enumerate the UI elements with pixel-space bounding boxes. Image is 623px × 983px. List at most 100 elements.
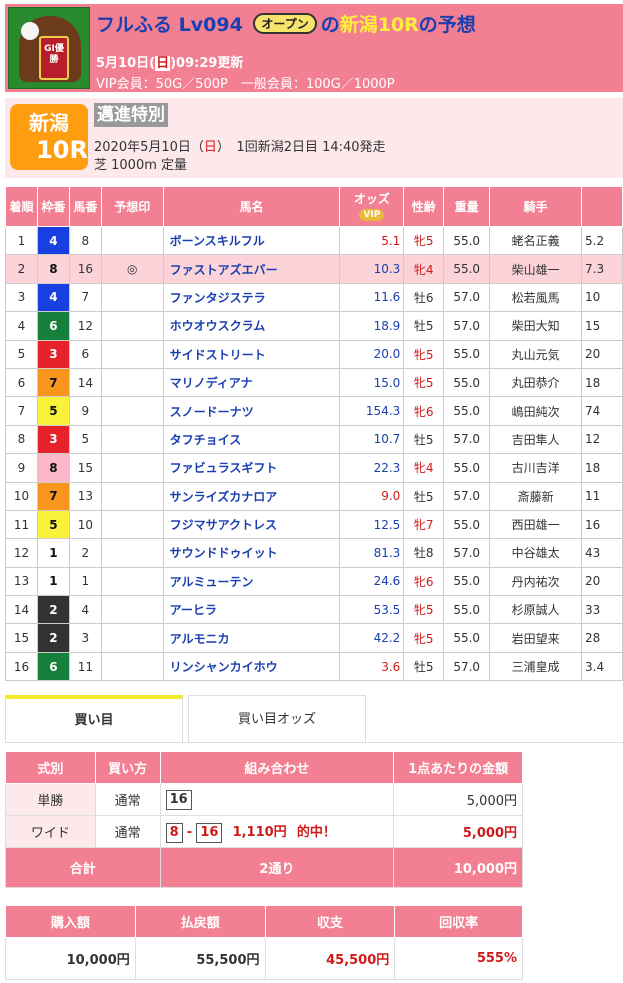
entry-sex-age: 牝7 [403,509,445,540]
entry-number: 8 [68,225,102,256]
entry-jockey[interactable]: 柴山雄一 [489,254,582,284]
tab-bet-odds[interactable]: 買い目オッズ [188,695,366,743]
entry-horse-name[interactable]: サウンドドゥイット [162,538,341,568]
entry-weight: 55.0 [443,566,491,597]
bet-type: 単勝 [5,783,96,816]
race-number: 10R [36,136,88,164]
entry-jockey[interactable]: 丹内祐次 [489,566,582,597]
entry-number: 9 [68,396,102,426]
entry-row: 11 5 10 フジマサアクトレス 12.5 牝7 55.0 西田雄一 16 [5,509,623,540]
entry-odds: 5.1 [339,225,405,256]
entry-horse-name[interactable]: ファビュラスギフト [162,453,341,483]
total-amount: 10,000円 [393,847,523,888]
entry-weight: 55.0 [443,225,491,256]
entry-mark [100,566,164,597]
bet-combination: 16 [159,783,395,816]
entry-popularity: 18 [581,367,623,398]
entry-sex-age: 牝5 [403,623,445,653]
entries-header-row: 着順 枠番 馬番 予想印 馬名 オッズ VIP 性齢 重量 騎手 [5,186,623,227]
entry-odds: 3.6 [339,651,405,682]
entry-jockey[interactable]: 杉原誠人 [489,595,582,625]
race-schedule: ） 1回新潟2日目 14:40発走 [216,140,386,155]
entry-rank: 5 [5,339,38,369]
col-frame: 枠番 [36,186,70,227]
entry-mark [100,538,164,568]
entry-jockey[interactable]: 嶋田純次 [489,396,582,426]
entry-horse-name[interactable]: ファストアズエバー [162,254,341,284]
entry-number: 5 [68,424,102,455]
combo-separator: - [186,824,193,840]
entry-popularity: 5.2 [581,225,623,256]
bet-type: ワイド [5,815,96,848]
entry-horse-name[interactable]: サンライズカナロア [162,481,341,511]
entry-mark [100,595,164,625]
entry-row: 7 5 9 スノードーナツ 154.3 牝6 55.0 嶋田純次 74 [5,396,623,426]
entry-jockey[interactable]: 丸田恭介 [489,367,582,398]
entry-horse-name[interactable]: スノードーナツ [162,396,341,426]
entry-horse-name[interactable]: サイドストリート [162,339,341,369]
entry-odds: 15.0 [339,367,405,398]
race-info-panel: 新潟 10R 邁進特別 2020年5月10日（日） 1回新潟2日目 14:40発… [5,98,623,178]
entry-jockey[interactable]: 中谷雄太 [489,538,582,568]
race-name: 邁進特別 [94,103,168,127]
entry-number: 14 [68,367,102,398]
entry-number: 11 [68,651,102,682]
entry-rank: 3 [5,282,38,313]
entry-number: 4 [68,595,102,625]
entry-mark: ◎ [100,254,164,284]
entry-horse-name[interactable]: ホウオウスクラム [162,311,341,341]
entry-horse-name[interactable]: フジマサアクトレス [162,509,341,540]
sum-col-refund: 払戻額 [134,905,266,938]
entry-jockey[interactable]: 丸山元気 [489,339,582,369]
entry-jockey[interactable]: 古川吉洋 [489,453,582,483]
entry-horse-name[interactable]: リンシャンカイホウ [162,651,341,682]
entry-horse-name[interactable]: アルミューテン [162,566,341,597]
entry-rank: 6 [5,367,38,398]
entry-number: 2 [68,538,102,568]
entry-jockey[interactable]: 蛯名正義 [489,225,582,256]
entry-popularity: 7.3 [581,254,623,284]
entry-horse-name[interactable]: アーヒラ [162,595,341,625]
entry-sex-age: 牝6 [403,396,445,426]
entry-weight: 55.0 [443,339,491,369]
entry-odds: 81.3 [339,538,405,568]
title-particle: の [320,14,340,36]
entry-frame: 3 [36,424,70,455]
entry-jockey[interactable]: 柴田大知 [489,311,582,341]
entry-row: 15 2 3 アルモニカ 42.2 牝5 55.0 岩田望来 28 [5,623,623,653]
race-reference: 新潟10R [339,14,419,36]
entry-popularity: 20 [581,339,623,369]
race-course: 芝 1000m 定量 [94,158,188,173]
col-odds: オッズ VIP [339,186,405,227]
entry-jockey[interactable]: 岩田望来 [489,623,582,653]
entry-popularity: 33 [581,595,623,625]
tab-bets[interactable]: 買い目 [5,695,183,743]
entry-weight: 57.0 [443,311,491,341]
entry-odds: 53.5 [339,595,405,625]
entry-horse-name[interactable]: ファンタジステラ [162,282,341,313]
entry-horse-name[interactable]: ボーンスキルフル [162,225,341,256]
entry-sex-age: 牡5 [403,651,445,682]
entry-rank: 14 [5,595,38,625]
entry-jockey[interactable]: 西田雄一 [489,509,582,540]
entry-frame: 6 [36,651,70,682]
bet-row: ワイド 通常 8 - 16 1,110円 的中！ 5,000円 [5,815,523,848]
summary-row: 10,000円 55,500円 45,500円 555% [5,937,523,980]
entry-jockey[interactable]: 松若風馬 [489,282,582,313]
entry-horse-name[interactable]: マリノディアナ [162,367,341,398]
bet-combination: 8 - 16 1,110円 的中！ [159,815,395,848]
bets-col-method: 買い方 [94,751,161,784]
entry-jockey[interactable]: 三浦皇成 [489,651,582,682]
bets-header-row: 式別 買い方 組み合わせ 1点あたりの金額 [5,751,523,784]
entry-odds: 24.6 [339,566,405,597]
username-link[interactable]: フルふる [96,14,172,36]
entry-frame: 8 [36,254,70,284]
updated-date: 5月10日( [96,56,156,71]
entry-jockey[interactable]: 斎藤新 [489,481,582,511]
entry-horse-name[interactable]: アルモニカ [162,623,341,653]
user-avatar[interactable]: GI優勝 [8,7,90,89]
entry-jockey[interactable]: 吉田隼人 [489,424,582,455]
entry-rank: 9 [5,453,38,483]
entry-horse-name[interactable]: タフチョイス [162,424,341,455]
purchase-amount: 10,000円 [5,937,136,980]
